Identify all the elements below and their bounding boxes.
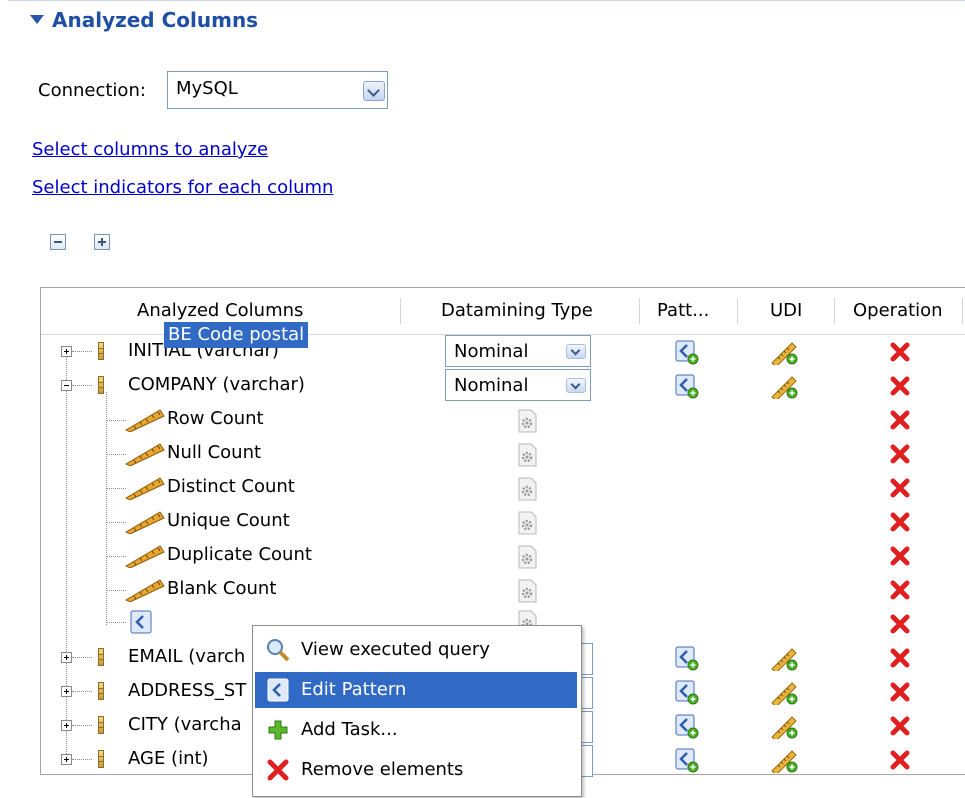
- delete-icon[interactable]: [889, 715, 911, 737]
- indicator-label: Duplicate Count: [167, 544, 312, 565]
- add-udi-icon[interactable]: [770, 679, 798, 705]
- magnifier-icon: [267, 639, 290, 662]
- add-pattern-icon[interactable]: [673, 373, 699, 399]
- delete-icon[interactable]: [889, 579, 911, 601]
- indicator-label: Null Count: [167, 442, 262, 463]
- column-icon: [98, 716, 104, 734]
- expand-icon[interactable]: [61, 346, 72, 357]
- ruler-icon: [124, 477, 165, 500]
- add-pattern-icon[interactable]: [673, 339, 699, 365]
- pattern-icon: [130, 610, 152, 634]
- delete-icon[interactable]: [889, 375, 911, 397]
- column-label: EMAIL (varch: [128, 646, 246, 667]
- column-icon: [98, 376, 104, 394]
- ruler-icon: [124, 511, 165, 534]
- add-udi-icon[interactable]: [770, 713, 798, 739]
- add-udi-icon[interactable]: [770, 373, 798, 399]
- header-pattern[interactable]: Patt...: [657, 300, 709, 321]
- ruler-icon: [124, 545, 165, 568]
- add-udi-icon[interactable]: [770, 747, 798, 773]
- menu-item-remove-elements[interactable]: Remove elements: [255, 752, 577, 788]
- menu-item-edit-pattern[interactable]: Edit Pattern: [255, 672, 577, 708]
- expand-icon[interactable]: [61, 686, 72, 697]
- section-title: Analyzed Columns: [52, 8, 259, 32]
- delete-icon[interactable]: [889, 613, 911, 635]
- datamining-type-select[interactable]: Nominal: [445, 335, 591, 367]
- add-pattern-icon[interactable]: [673, 713, 699, 739]
- expand-icon[interactable]: [61, 754, 72, 765]
- indicator-label: Distinct Count: [167, 476, 295, 497]
- delete-icon[interactable]: [889, 681, 911, 703]
- delete-icon[interactable]: [889, 409, 911, 431]
- column-icon: [98, 682, 104, 700]
- gear-icon[interactable]: [516, 578, 538, 604]
- delete-icon[interactable]: [889, 647, 911, 669]
- chevron-down-icon[interactable]: [363, 81, 385, 101]
- add-pattern-icon[interactable]: [673, 645, 699, 671]
- context-menu[interactable]: View executed query Edit Pattern Add Tas…: [252, 625, 582, 797]
- menu-item-add-task[interactable]: Add Task...: [255, 712, 577, 748]
- gear-icon[interactable]: [516, 408, 538, 434]
- delete-icon[interactable]: [889, 443, 911, 465]
- column-label: COMPANY (varchar): [128, 374, 305, 395]
- gear-icon[interactable]: [516, 476, 538, 502]
- add-udi-icon[interactable]: [770, 645, 798, 671]
- column-label: ADDRESS_ST: [128, 680, 247, 701]
- gear-icon[interactable]: [516, 544, 538, 570]
- column-icon: [98, 750, 104, 768]
- gear-icon[interactable]: [516, 510, 538, 536]
- ruler-icon: [124, 409, 165, 432]
- column-icon: [98, 648, 104, 666]
- gear-icon[interactable]: [516, 442, 538, 468]
- header-udi[interactable]: UDI: [770, 300, 802, 321]
- ruler-icon: [124, 443, 165, 466]
- indicator-label: Blank Count: [167, 578, 277, 599]
- add-udi-icon[interactable]: [770, 339, 798, 365]
- collapse-icon[interactable]: [61, 380, 72, 391]
- header-datamining-type[interactable]: Datamining Type: [441, 300, 593, 321]
- section-header[interactable]: Analyzed Columns: [8, 0, 965, 45]
- add-icon: [268, 720, 288, 740]
- delete-icon[interactable]: [889, 749, 911, 771]
- delete-icon[interactable]: [889, 545, 911, 567]
- datamining-type-value: Nominal: [454, 375, 529, 396]
- expand-all-icon[interactable]: [94, 234, 110, 250]
- add-pattern-icon[interactable]: [673, 747, 699, 773]
- column-label: CITY (varcha: [128, 714, 242, 735]
- connection-select[interactable]: MySQL: [167, 71, 388, 109]
- header-operation[interactable]: Operation: [853, 300, 943, 321]
- datamining-type-value: Nominal: [454, 341, 529, 362]
- chevron-down-icon[interactable]: [566, 344, 586, 359]
- datamining-type-select[interactable]: Nominal: [445, 369, 591, 401]
- pattern-icon: [267, 678, 289, 702]
- ruler-icon: [124, 579, 165, 602]
- indicator-label: Row Count: [167, 408, 264, 429]
- header-analyzed-columns[interactable]: Analyzed Columns: [137, 300, 303, 321]
- column-icon: [98, 342, 104, 360]
- expand-icon[interactable]: [61, 652, 72, 663]
- delete-icon[interactable]: [889, 341, 911, 363]
- pattern-item-label[interactable]: BE Code postal: [164, 322, 309, 348]
- select-indicators-link[interactable]: Select indicators for each column: [32, 177, 333, 198]
- expand-icon[interactable]: [61, 720, 72, 731]
- chevron-down-icon[interactable]: [566, 378, 586, 393]
- connection-value: MySQL: [176, 78, 238, 99]
- select-columns-link[interactable]: Select columns to analyze: [32, 139, 268, 160]
- menu-item-view-executed-query[interactable]: View executed query: [255, 632, 577, 668]
- delete-icon[interactable]: [889, 477, 911, 499]
- column-label: AGE (int): [128, 748, 209, 769]
- indicator-label: Unique Count: [167, 510, 290, 531]
- collapse-arrow-icon[interactable]: [30, 15, 44, 24]
- connection-label: Connection:: [38, 80, 146, 101]
- add-pattern-icon[interactable]: [673, 679, 699, 705]
- collapse-all-icon[interactable]: [50, 234, 66, 250]
- delete-icon: [267, 759, 289, 781]
- delete-icon[interactable]: [889, 511, 911, 533]
